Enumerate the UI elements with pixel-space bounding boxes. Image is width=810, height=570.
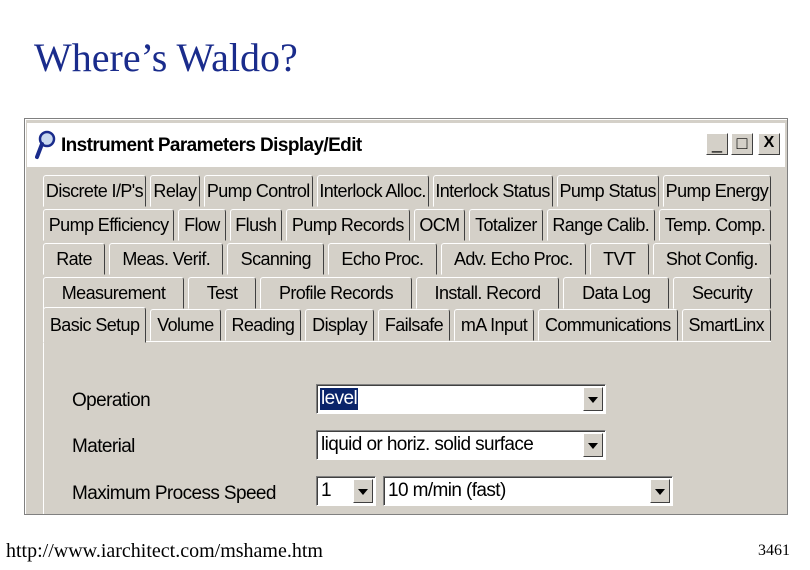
tab-meas-verif[interactable]: Meas. Verif. [109,243,224,275]
material-value: liquid or horiz. solid surface [321,434,534,455]
max-speed-label: Maximum Process Speed [72,483,276,504]
max-speed-value: 10 m/min (fast) [388,480,506,501]
tab-relay[interactable]: Relay [149,175,200,207]
operation-label: Operation [72,390,151,411]
tab-flow[interactable]: Flow [178,209,226,241]
tab-row: Pump Efficiency Flow Flush Pump Records OCM T… [43,209,772,241]
chevron-down-icon[interactable] [650,479,670,503]
tab-adv-echo-proc[interactable]: Adv. Echo Proc. [440,243,586,275]
tab-range-calib[interactable]: Range Calib. [546,209,655,241]
tab-data-log[interactable]: Data Log [563,277,670,309]
operation-select[interactable]: level [316,384,606,414]
tab-ma-input[interactable]: mA Input [453,309,535,341]
tab-security[interactable]: Security [673,277,771,309]
max-speed-select[interactable]: 10 m/min (fast) [383,476,673,506]
speed-point-select[interactable]: 1 [316,476,376,506]
tab-ocm[interactable]: OCM [413,209,466,241]
tab-row: Rate Meas. Verif. Scanning Echo Proc. Adv. E… [43,243,771,275]
magnifier-icon [35,130,56,159]
tab-pump-records[interactable]: Pump Records [286,209,410,241]
tab-failsafe[interactable]: Failsafe [377,309,450,341]
window-titlebar[interactable]: Instrument Parameters Display/Edit _ □ X [27,123,785,167]
tab-rate[interactable]: Rate [43,243,106,275]
tab-pump-status[interactable]: Pump Status [556,175,659,207]
speed-point-value: 1 [321,480,332,501]
tab-volume[interactable]: Volume [150,309,221,341]
tab-profile-records[interactable]: Profile Records [260,277,412,309]
tab-smartlinx[interactable]: SmartLinx [681,309,772,341]
material-select[interactable]: liquid or horiz. solid surface [316,430,606,460]
tab-test[interactable]: Test [188,277,257,309]
tab-interlock-status[interactable]: Interlock Status [432,175,553,207]
tab-basic-setup[interactable]: Basic Setup [43,307,147,343]
tab-flush[interactable]: Flush [229,209,283,241]
close-button[interactable]: X [758,133,780,155]
minimize-button[interactable]: _ [706,133,728,155]
instrument-parameters-window: Instrument Parameters Display/Edit _ □ X… [24,118,788,515]
tab-pump-energy[interactable]: Pump Energy [662,175,771,207]
tab-totalizer[interactable]: Totalizer [469,209,543,241]
tab-temp-comp[interactable]: Temp. Comp. [659,209,772,241]
tab-interlock-alloc[interactable]: Interlock Alloc. [316,175,429,207]
tab-reading[interactable]: Reading [224,309,302,341]
tab-tvt[interactable]: TVT [589,243,649,275]
tab-install-record[interactable]: Install. Record [415,277,560,309]
tab-echo-proc[interactable]: Echo Proc. [328,243,437,275]
tab-pump-control[interactable]: Pump Control [203,175,313,207]
tab-measurement[interactable]: Measurement [43,277,184,309]
operation-value: level [320,388,359,410]
tab-scanning[interactable]: Scanning [227,243,325,275]
slide-title: Where’s Waldo? [34,35,298,80]
window-title: Instrument Parameters Display/Edit [61,135,362,156]
tab-shot-config[interactable]: Shot Config. [652,243,771,275]
tab-discrete-i-p-s[interactable]: Discrete I/P's [43,175,146,207]
tab-display[interactable]: Display [305,309,374,341]
tab-row: Basic Setup Volume Reading Display Failsafe m… [43,307,772,343]
tab-row: Measurement Test Profile Records Install. R… [43,277,771,309]
tab-communications[interactable]: Communications [538,309,678,341]
chevron-down-icon[interactable] [353,479,373,503]
maximize-button[interactable]: □ [731,133,753,155]
tab-pump-efficiency[interactable]: Pump Efficiency [43,209,175,241]
slide-number: 3461 [758,542,790,559]
footer-url: http://www.iarchitect.com/mshame.htm [6,540,323,562]
chevron-down-icon[interactable] [583,387,603,411]
basic-setup-panel: Operation level Material liquid or horiz… [43,341,771,514]
material-label: Material [72,436,135,457]
chevron-down-icon[interactable] [583,433,603,457]
tab-row: Discrete I/P's Relay Pump Control Interlock… [43,175,771,207]
